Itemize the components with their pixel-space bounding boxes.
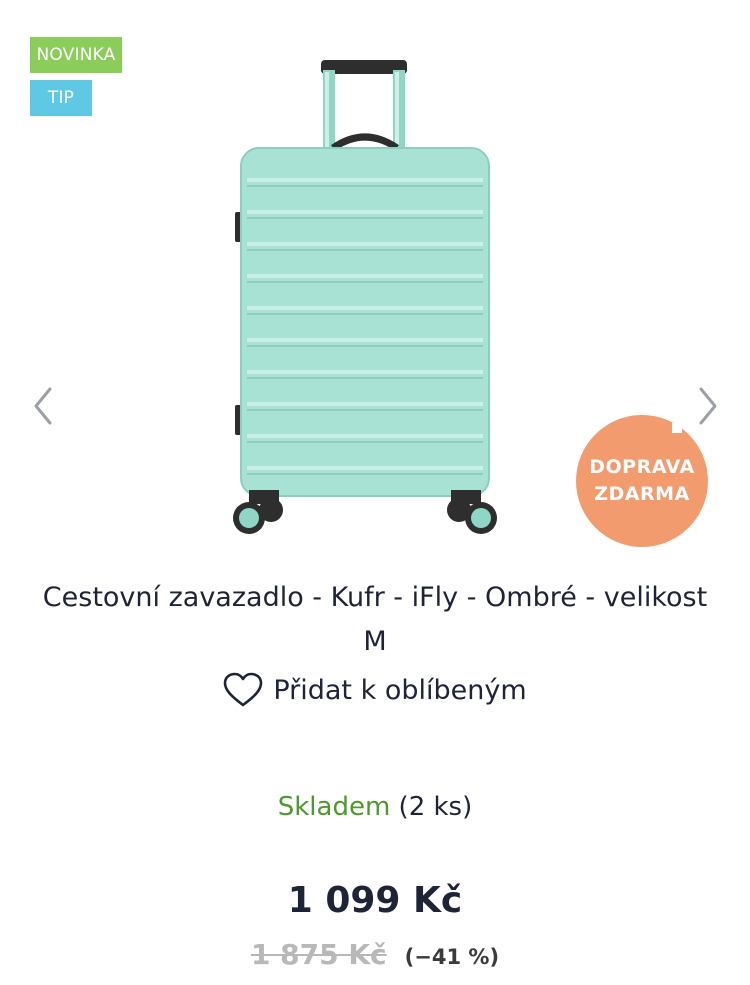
- shipping-line2: ZDARMA: [594, 483, 690, 505]
- chevron-left-icon[interactable]: [28, 383, 58, 429]
- tip-badge: TIP: [30, 80, 92, 116]
- add-to-favorites-button[interactable]: Přidat k oblíbeným: [0, 672, 750, 708]
- old-price-row: 1 875 Kč (−41 %): [0, 938, 750, 971]
- current-price: 1 099 Kč: [287, 880, 463, 921]
- chevron-right-icon[interactable]: [693, 383, 723, 429]
- new-badge: NOVINKA: [30, 37, 122, 73]
- stock-status: Skladem (2 ks): [0, 792, 750, 822]
- stock-count: (2 ks): [398, 792, 473, 822]
- free-shipping-badge: DOPRAVA ZDARMA: [576, 415, 708, 547]
- product-image[interactable]: [225, 40, 505, 550]
- discount-percent: (−41 %): [404, 945, 500, 969]
- heart-icon: [224, 672, 263, 707]
- stock-availability: Skladem: [277, 792, 391, 822]
- old-price: 1 875 Kč: [250, 938, 387, 971]
- favorites-label: Přidat k oblíbeným: [273, 674, 527, 706]
- shipping-line1: DOPRAVA: [589, 456, 695, 478]
- product-title: Cestovní zavazadlo - Kufr - iFly - Ombré…: [42, 582, 708, 657]
